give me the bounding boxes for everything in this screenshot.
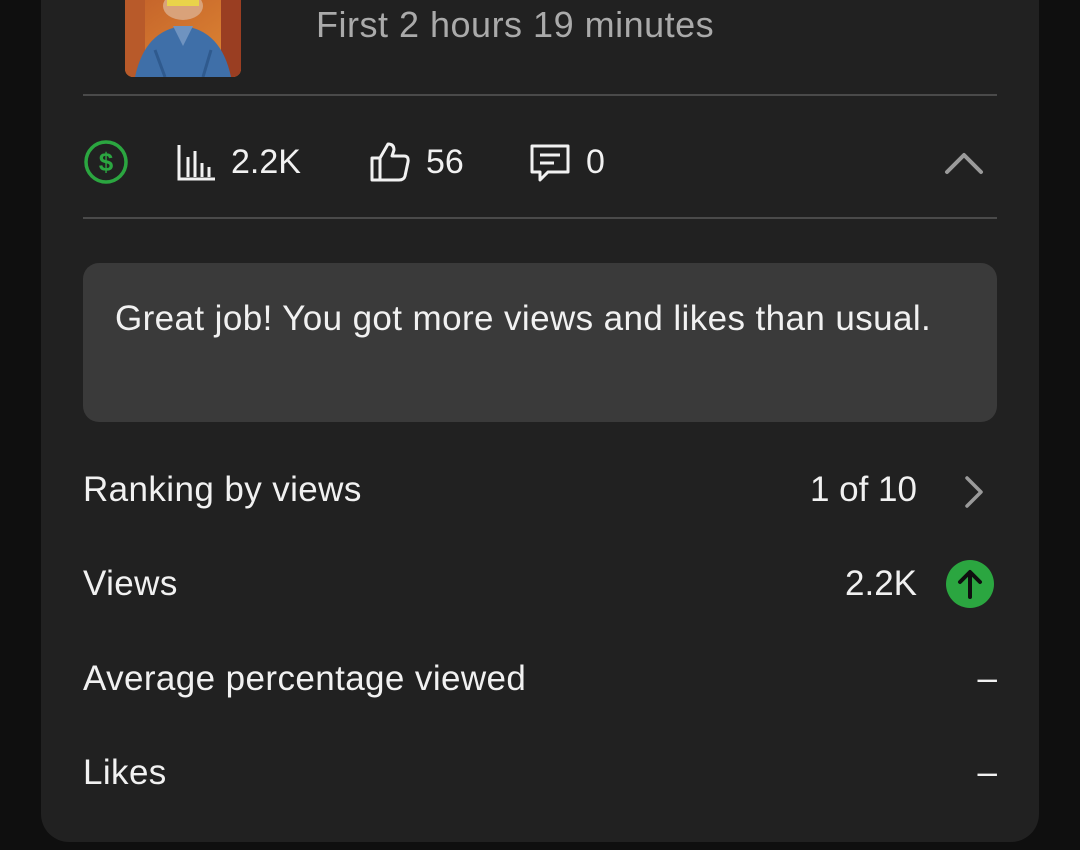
arrow-up-icon bbox=[958, 570, 982, 599]
comments-count: 0 bbox=[586, 142, 605, 181]
stats-bar: $ 2.2K 56 0 bbox=[83, 124, 997, 200]
monetization-status[interactable]: $ bbox=[83, 124, 129, 200]
thumbs-up-icon bbox=[370, 142, 410, 182]
avg-percentage-row: Average percentage viewed – bbox=[83, 651, 997, 711]
video-thumbnail[interactable] bbox=[125, 0, 241, 77]
likes-row: Likes – bbox=[83, 745, 997, 805]
ranking-row[interactable]: Ranking by views 1 of 10 bbox=[83, 462, 997, 522]
views-count: 2.2K bbox=[231, 142, 301, 181]
video-subtitle: First 2 hours 19 minutes bbox=[316, 4, 715, 45]
divider-bottom bbox=[83, 217, 997, 219]
metric-label: Likes bbox=[83, 753, 167, 792]
metric-label: Views bbox=[83, 564, 178, 603]
comments-stat[interactable]: 0 bbox=[528, 124, 605, 200]
banner-message: Great job! You got more views and likes … bbox=[115, 299, 932, 338]
views-row: Views 2.2K bbox=[83, 556, 997, 616]
likes-stat[interactable]: 56 bbox=[368, 124, 464, 200]
thumbnail-image bbox=[125, 0, 241, 77]
dollar-circle-icon: $ bbox=[84, 140, 128, 184]
metric-value: 1 of 10 bbox=[809, 470, 917, 509]
comment-icon bbox=[530, 144, 570, 182]
metric-label: Ranking by views bbox=[83, 470, 362, 509]
metric-value: – bbox=[977, 753, 997, 792]
metric-value: 2.2K bbox=[845, 564, 917, 603]
collapse-button[interactable] bbox=[942, 141, 986, 185]
views-stat[interactable]: 2.2K bbox=[175, 124, 301, 200]
performance-banner: Great job! You got more views and likes … bbox=[83, 263, 997, 422]
likes-count: 56 bbox=[426, 142, 464, 181]
chevron-right-icon bbox=[965, 476, 983, 508]
metric-value: – bbox=[977, 659, 997, 698]
svg-text:$: $ bbox=[99, 147, 114, 177]
chevron-up-icon bbox=[945, 153, 983, 174]
bar-chart-icon bbox=[177, 145, 215, 181]
trend-up-badge bbox=[946, 560, 994, 608]
divider-top bbox=[83, 94, 997, 96]
metric-label: Average percentage viewed bbox=[83, 659, 527, 698]
